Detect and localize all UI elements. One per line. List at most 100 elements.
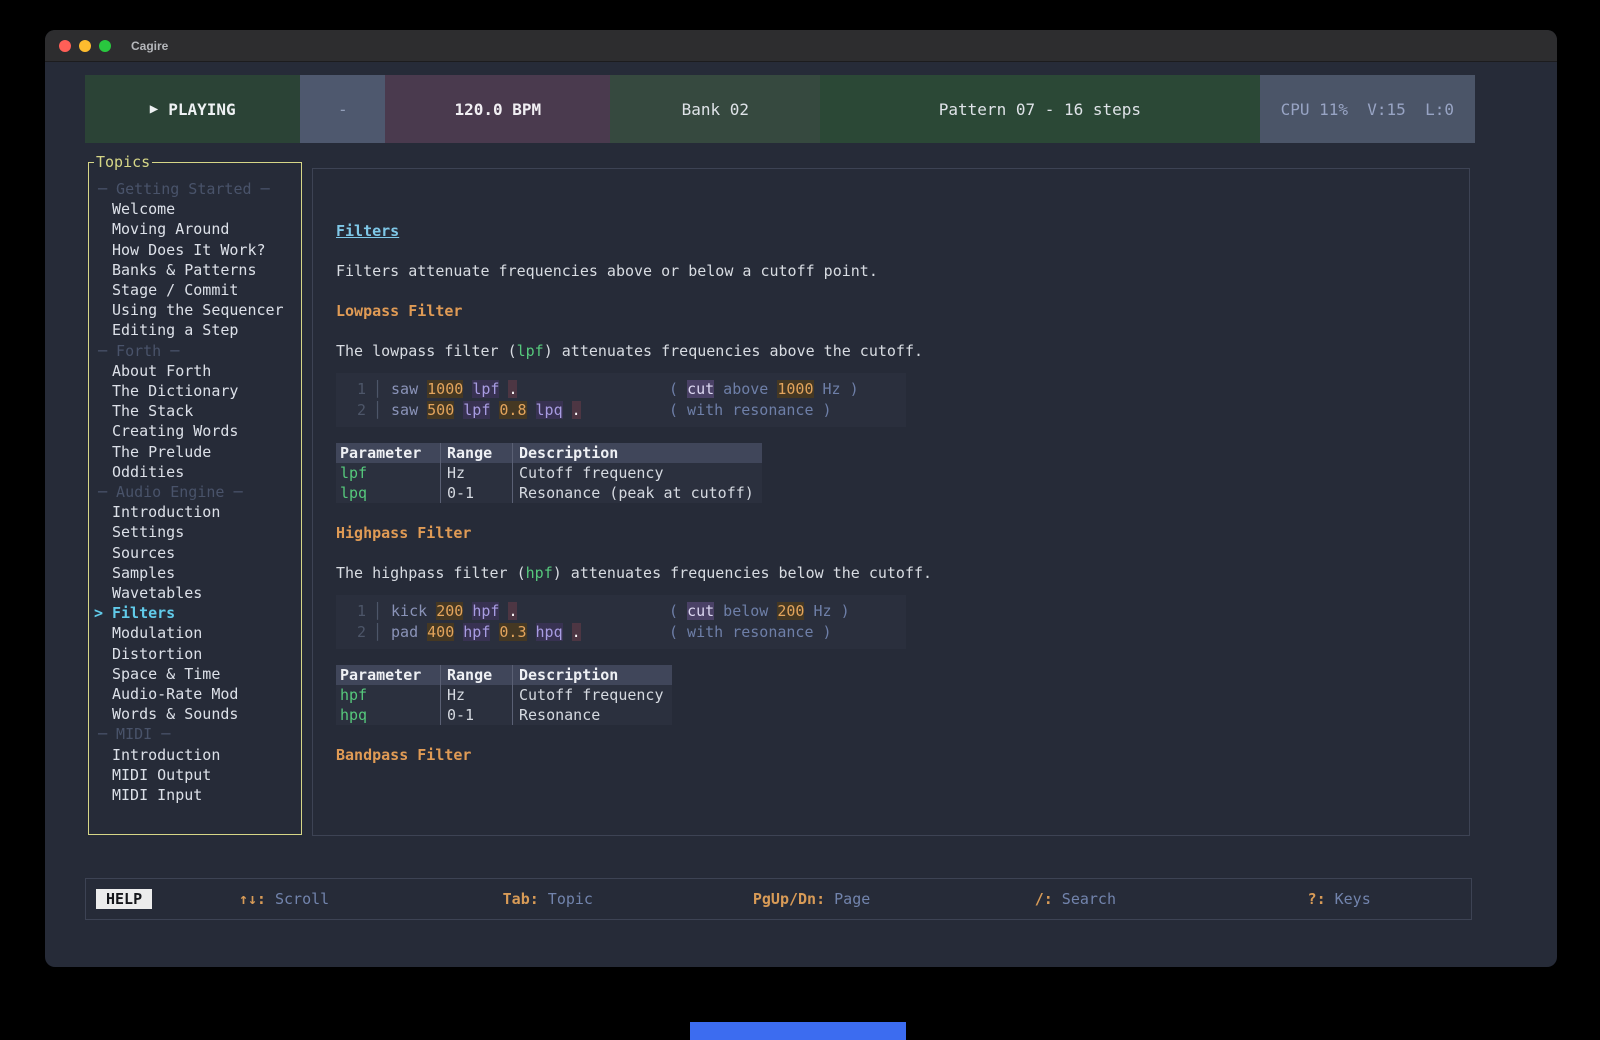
selection-marker-icon	[94, 199, 112, 219]
sidebar-item-banks-patterns[interactable]: Banks & Patterns	[94, 260, 301, 280]
sidebar-item-label: How Does It Work?	[112, 240, 266, 260]
background-window-edge	[690, 1022, 906, 1040]
sidebar-item-label: ─ Getting Started ─	[98, 179, 270, 199]
sidebar-item-moving-around[interactable]: Moving Around	[94, 219, 301, 239]
selection-marker-icon	[94, 320, 112, 340]
help-panel[interactable]: FiltersFilters attenuate frequencies abo…	[312, 168, 1470, 836]
hotkey-colon: :	[1044, 890, 1053, 908]
table-cell: Hz	[440, 463, 512, 483]
code-line: 2│saw 500 lpf 0.8 lpq .( with resonance …	[336, 400, 906, 421]
sidebar-item-the-dictionary[interactable]: The Dictionary	[94, 381, 301, 401]
hotkey-hint: ↑↓: Scroll	[152, 890, 416, 908]
code-token: pad	[391, 623, 427, 641]
sidebar-item-midi-input[interactable]: MIDI Input	[94, 785, 301, 805]
code-token: 400	[427, 623, 454, 641]
sidebar-item-sources[interactable]: Sources	[94, 543, 301, 563]
sidebar-item-settings[interactable]: Settings	[94, 522, 301, 542]
code-token: hpq	[536, 623, 563, 641]
code-token: .	[572, 401, 581, 419]
hotkey-colon: :	[530, 890, 539, 908]
help-mode-badge: HELP	[96, 889, 152, 909]
selection-marker-icon	[94, 300, 112, 320]
selection-marker-icon	[94, 240, 112, 260]
table-cell: Resonance	[512, 705, 672, 725]
sidebar-item-using-the-sequencer[interactable]: Using the Sequencer	[94, 300, 301, 320]
sidebar-item-welcome[interactable]: Welcome	[94, 199, 301, 219]
selection-marker-icon	[94, 401, 112, 421]
sidebar-item-label: The Stack	[112, 401, 193, 421]
selection-marker-icon	[94, 785, 112, 805]
selection-marker-icon	[94, 522, 112, 542]
sidebar-item-how-does-it-work[interactable]: How Does It Work?	[94, 240, 301, 260]
code-line: 1│kick 200 hpf .( cut below 200 Hz )	[336, 601, 906, 622]
table-cell: lpf	[336, 463, 440, 483]
comment-token: 200	[777, 602, 804, 620]
code-example: 1│kick 200 hpf .( cut below 200 Hz )2 │ pa…	[336, 595, 906, 649]
sidebar-item-label: The Prelude	[112, 442, 211, 462]
comment-token: cut	[687, 380, 714, 398]
sidebar-item-label: Editing a Step	[112, 320, 238, 340]
sidebar-item-samples[interactable]: Samples	[94, 563, 301, 583]
hotkey-key: PgUp/Dn	[753, 890, 816, 908]
hotkey-hint: PgUp/Dn: Page	[680, 890, 944, 908]
code-token	[527, 401, 536, 419]
sidebar-item-label: Wavetables	[112, 583, 202, 603]
sidebar-item-introduction[interactable]: Introduction	[94, 502, 301, 522]
sidebar-item-label: Sources	[112, 543, 175, 563]
sidebar-item-wavetables[interactable]: Wavetables	[94, 583, 301, 603]
line-number: 2	[336, 622, 366, 643]
sidebar-item-label: Introduction	[112, 502, 220, 522]
sidebar-item-label: Audio-Rate Mod	[112, 684, 238, 704]
sidebar-item-audio-rate-mod[interactable]: Audio-Rate Mod	[94, 684, 301, 704]
sidebar-item-midi-output[interactable]: MIDI Output	[94, 765, 301, 785]
sidebar-item-label: Moving Around	[112, 219, 229, 239]
gutter-separator: │	[373, 401, 382, 419]
sidebar-item-introduction[interactable]: Introduction	[94, 745, 301, 765]
sidebar-item-creating-words[interactable]: Creating Words	[94, 421, 301, 441]
selection-marker-icon	[94, 543, 112, 563]
code-token	[563, 401, 572, 419]
close-window-button[interactable]	[59, 40, 71, 52]
zoom-window-button[interactable]	[99, 40, 111, 52]
sidebar-item-the-prelude[interactable]: The Prelude	[94, 442, 301, 462]
gutter-separator: │	[373, 623, 382, 641]
sidebar-item-label: Words & Sounds	[112, 704, 238, 724]
code-token: 0.3	[499, 623, 526, 641]
sidebar-item-label: Distortion	[112, 644, 202, 664]
selection-marker-icon	[94, 644, 112, 664]
code-token: saw	[391, 401, 427, 419]
selection-marker-icon	[94, 704, 112, 724]
sidebar-item-label: Modulation	[112, 623, 202, 643]
selection-marker-icon	[94, 502, 112, 522]
sidebar-item-filters[interactable]: >Filters	[94, 603, 301, 623]
sidebar-item-words-sounds[interactable]: Words & Sounds	[94, 704, 301, 724]
sidebar-item-label: The Dictionary	[112, 381, 238, 401]
hotkey-colon: :	[1317, 890, 1326, 908]
sidebar-item-distortion[interactable]: Distortion	[94, 644, 301, 664]
minimize-window-button[interactable]	[79, 40, 91, 52]
sidebar-item-about-forth[interactable]: About Forth	[94, 361, 301, 381]
sidebar-item-the-stack[interactable]: The Stack	[94, 401, 301, 421]
sidebar-item-label: Introduction	[112, 745, 220, 765]
sidebar-item-oddities[interactable]: Oddities	[94, 462, 301, 482]
comment-token: below	[714, 602, 777, 620]
sidebar-item-label: Settings	[112, 522, 184, 542]
sidebar-item-label: Samples	[112, 563, 175, 583]
comment-token: 1000	[777, 380, 813, 398]
app-window: Cagire ▶ PLAYING - 120.0 BPM Bank 02 Pat…	[45, 30, 1557, 967]
selection-marker-icon	[94, 623, 112, 643]
sidebar-item-editing-a-step[interactable]: Editing a Step	[94, 320, 301, 340]
sidebar-section-header: ─ Audio Engine ─	[94, 482, 301, 502]
sidebar-item-modulation[interactable]: Modulation	[94, 623, 301, 643]
sidebar-item-label: ─ Forth ─	[98, 341, 179, 361]
topics-list[interactable]: ─ Getting Started ─WelcomeMoving AroundH…	[89, 163, 301, 805]
section-heading: Bandpass Filter	[336, 745, 1449, 765]
pattern-display: Pattern 07 - 16 steps	[820, 75, 1259, 143]
transport-status: ▶ PLAYING	[85, 75, 300, 143]
sidebar-item-label: Space & Time	[112, 664, 220, 684]
hotkey-hint: Tab: Topic	[416, 890, 680, 908]
table-cell: Resonance (peak at cutoff)	[512, 483, 762, 503]
sidebar-section-header: ─ Getting Started ─	[94, 179, 301, 199]
sidebar-item-stage-commit[interactable]: Stage / Commit	[94, 280, 301, 300]
sidebar-item-space-time[interactable]: Space & Time	[94, 664, 301, 684]
